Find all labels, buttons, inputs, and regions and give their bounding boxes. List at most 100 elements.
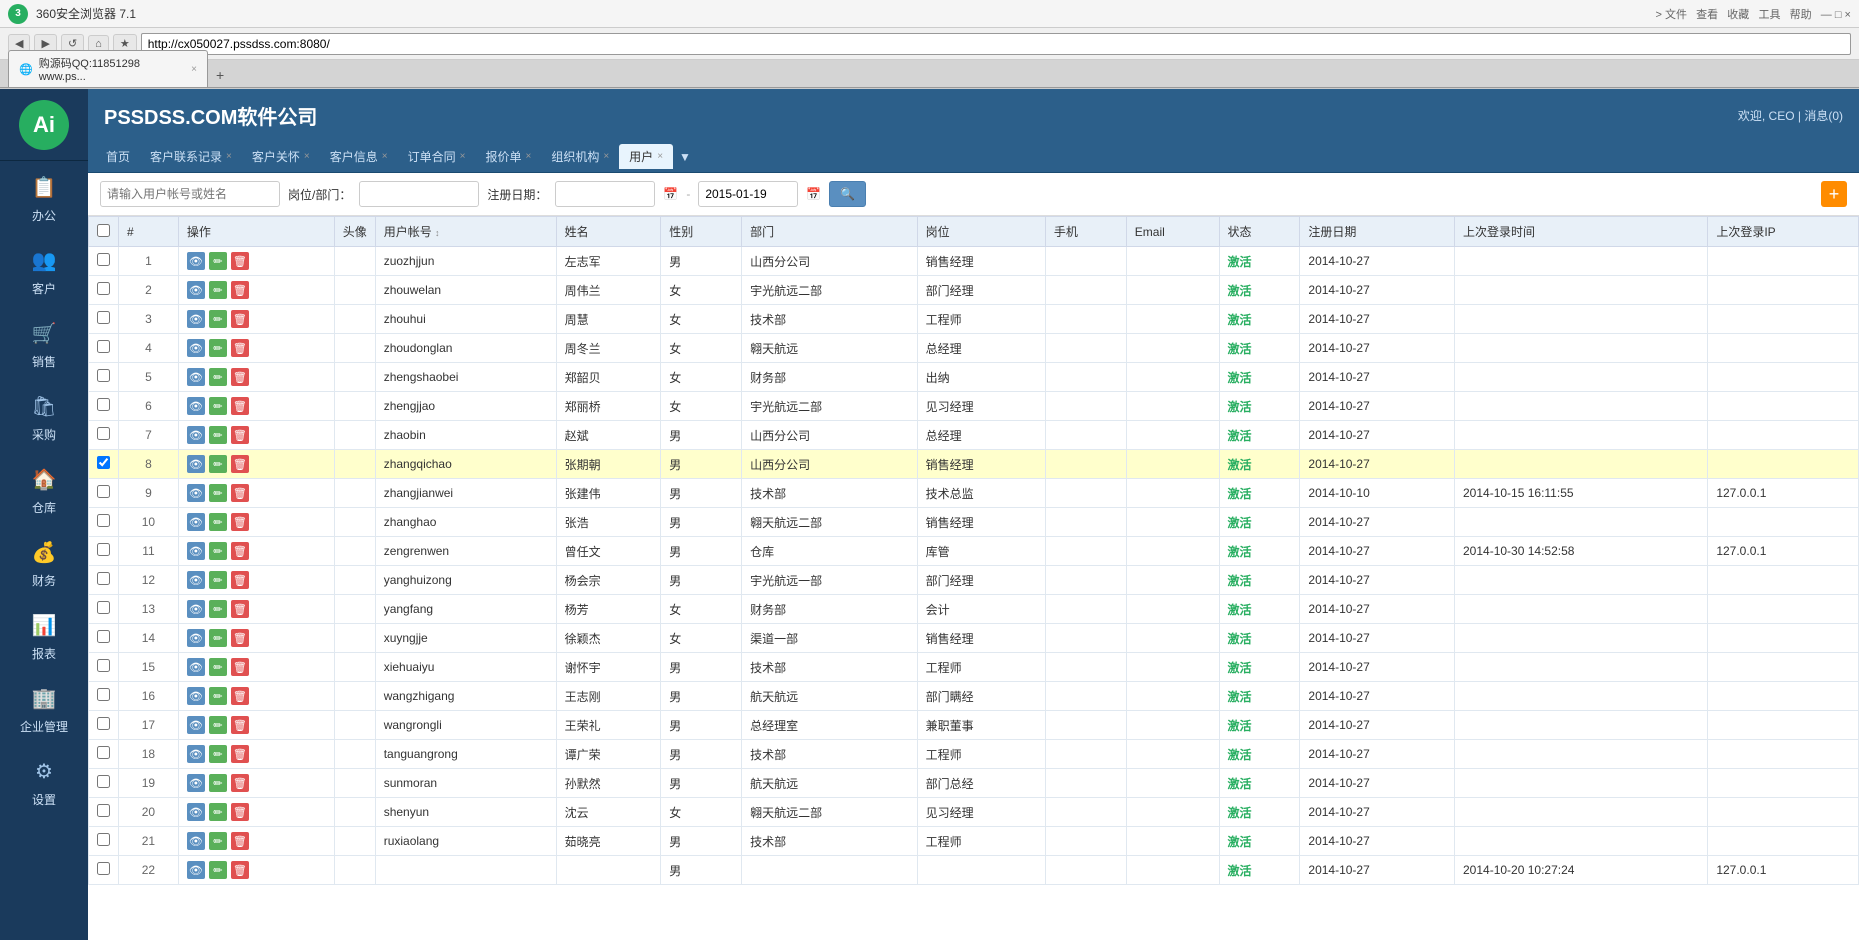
- nav-tab-more[interactable]: ▼: [673, 146, 697, 168]
- row-checkbox[interactable]: [97, 601, 110, 614]
- edit-button[interactable]: ✏: [209, 484, 227, 502]
- date-to-input[interactable]: [698, 181, 798, 207]
- delete-button[interactable]: 🗑: [231, 252, 249, 270]
- delete-button[interactable]: 🗑: [231, 426, 249, 444]
- sidebar-item-enterprise[interactable]: 🏢 企业管理: [0, 672, 88, 745]
- sidebar-item-purchase[interactable]: 🛍 采购: [0, 380, 88, 453]
- edit-button[interactable]: ✏: [209, 426, 227, 444]
- edit-button[interactable]: ✏: [209, 716, 227, 734]
- sidebar-item-customer[interactable]: 👥 客户: [0, 234, 88, 307]
- close-orders[interactable]: ×: [460, 151, 466, 162]
- view-button[interactable]: 👁: [187, 426, 205, 444]
- view-button[interactable]: 👁: [187, 542, 205, 560]
- row-checkbox[interactable]: [97, 340, 110, 353]
- row-checkbox-cell[interactable]: [89, 305, 119, 334]
- delete-button[interactable]: 🗑: [231, 281, 249, 299]
- view-button[interactable]: 👁: [187, 368, 205, 386]
- row-checkbox-cell[interactable]: [89, 479, 119, 508]
- row-checkbox-cell[interactable]: [89, 421, 119, 450]
- view-button[interactable]: 👁: [187, 629, 205, 647]
- delete-button[interactable]: 🗑: [231, 803, 249, 821]
- address-bar[interactable]: [141, 33, 1851, 55]
- edit-button[interactable]: ✏: [209, 629, 227, 647]
- edit-button[interactable]: ✏: [209, 310, 227, 328]
- row-checkbox-cell[interactable]: [89, 450, 119, 479]
- edit-button[interactable]: ✏: [209, 571, 227, 589]
- view-button[interactable]: 👁: [187, 571, 205, 589]
- delete-button[interactable]: 🗑: [231, 861, 249, 879]
- position-input[interactable]: [359, 181, 479, 207]
- date-from-input[interactable]: [555, 181, 655, 207]
- row-checkbox-cell[interactable]: [89, 276, 119, 305]
- delete-button[interactable]: 🗑: [231, 745, 249, 763]
- row-checkbox-cell[interactable]: [89, 653, 119, 682]
- edit-button[interactable]: ✏: [209, 600, 227, 618]
- row-checkbox-cell[interactable]: [89, 595, 119, 624]
- row-checkbox[interactable]: [97, 456, 110, 469]
- view-button[interactable]: 👁: [187, 687, 205, 705]
- delete-button[interactable]: 🗑: [231, 310, 249, 328]
- delete-button[interactable]: 🗑: [231, 542, 249, 560]
- close-crm-info[interactable]: ×: [382, 151, 388, 162]
- view-button[interactable]: 👁: [187, 484, 205, 502]
- view-button[interactable]: 👁: [187, 745, 205, 763]
- browser-tab[interactable]: 🌐 购源码QQ:11851298 www.ps... ×: [8, 50, 208, 87]
- view-button[interactable]: 👁: [187, 658, 205, 676]
- delete-button[interactable]: 🗑: [231, 571, 249, 589]
- view-button[interactable]: 👁: [187, 861, 205, 879]
- delete-button[interactable]: 🗑: [231, 629, 249, 647]
- row-checkbox[interactable]: [97, 427, 110, 440]
- row-checkbox[interactable]: [97, 543, 110, 556]
- sort-username-icon[interactable]: ↕: [435, 228, 440, 238]
- delete-button[interactable]: 🗑: [231, 716, 249, 734]
- delete-button[interactable]: 🗑: [231, 484, 249, 502]
- row-checkbox[interactable]: [97, 833, 110, 846]
- edit-button[interactable]: ✏: [209, 542, 227, 560]
- edit-button[interactable]: ✏: [209, 368, 227, 386]
- edit-button[interactable]: ✏: [209, 774, 227, 792]
- edit-button[interactable]: ✏: [209, 803, 227, 821]
- view-button[interactable]: 👁: [187, 513, 205, 531]
- edit-button[interactable]: ✏: [209, 745, 227, 763]
- view-button[interactable]: 👁: [187, 339, 205, 357]
- edit-button[interactable]: ✏: [209, 832, 227, 850]
- row-checkbox-cell[interactable]: [89, 624, 119, 653]
- delete-button[interactable]: 🗑: [231, 397, 249, 415]
- row-checkbox-cell[interactable]: [89, 827, 119, 856]
- search-input[interactable]: [100, 181, 280, 207]
- view-button[interactable]: 👁: [187, 281, 205, 299]
- calendar-from-icon[interactable]: 📅: [663, 187, 678, 201]
- delete-button[interactable]: 🗑: [231, 774, 249, 792]
- view-button[interactable]: 👁: [187, 774, 205, 792]
- edit-button[interactable]: ✏: [209, 339, 227, 357]
- sidebar-item-sales[interactable]: 🛒 销售: [0, 307, 88, 380]
- sidebar-item-finance[interactable]: 💰 财务: [0, 526, 88, 599]
- tab-add-button[interactable]: +: [208, 63, 232, 87]
- search-button[interactable]: 🔍: [829, 181, 866, 207]
- view-button[interactable]: 👁: [187, 310, 205, 328]
- row-checkbox-cell[interactable]: [89, 769, 119, 798]
- row-checkbox-cell[interactable]: [89, 392, 119, 421]
- row-checkbox-cell[interactable]: [89, 537, 119, 566]
- row-checkbox-cell[interactable]: [89, 798, 119, 827]
- row-checkbox-cell[interactable]: [89, 711, 119, 740]
- row-checkbox[interactable]: [97, 282, 110, 295]
- row-checkbox[interactable]: [97, 688, 110, 701]
- edit-button[interactable]: ✏: [209, 281, 227, 299]
- view-button[interactable]: 👁: [187, 397, 205, 415]
- row-checkbox-cell[interactable]: [89, 740, 119, 769]
- row-checkbox-cell[interactable]: [89, 508, 119, 537]
- sidebar-item-reports[interactable]: 📊 报表: [0, 599, 88, 672]
- view-button[interactable]: 👁: [187, 803, 205, 821]
- view-button[interactable]: 👁: [187, 455, 205, 473]
- row-checkbox[interactable]: [97, 804, 110, 817]
- row-checkbox-cell[interactable]: [89, 334, 119, 363]
- add-user-button[interactable]: +: [1821, 181, 1847, 207]
- close-quote[interactable]: ×: [525, 151, 531, 162]
- row-checkbox[interactable]: [97, 253, 110, 266]
- tab-close-button[interactable]: ×: [191, 64, 197, 75]
- sidebar-item-settings[interactable]: ⚙ 设置: [0, 745, 88, 818]
- row-checkbox[interactable]: [97, 485, 110, 498]
- close-users[interactable]: ×: [657, 151, 663, 162]
- delete-button[interactable]: 🗑: [231, 339, 249, 357]
